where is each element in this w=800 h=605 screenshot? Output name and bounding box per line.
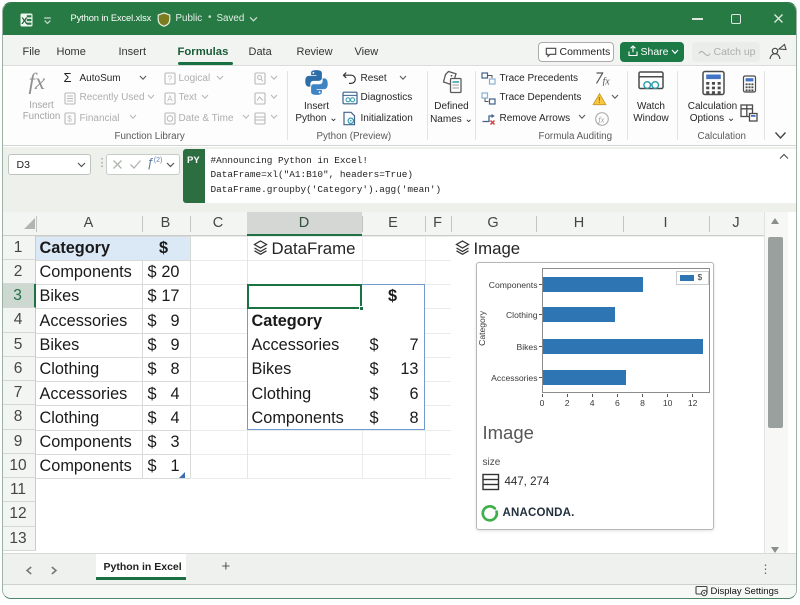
svg-text:?: ? (167, 74, 172, 83)
svg-text:X: X (21, 16, 28, 27)
svg-text:$: $ (67, 114, 72, 123)
svg-text:fx: fx (598, 114, 604, 124)
svg-text:fx: fx (602, 76, 610, 86)
svg-text:A: A (167, 94, 173, 103)
svg-text:!: ! (598, 95, 600, 105)
